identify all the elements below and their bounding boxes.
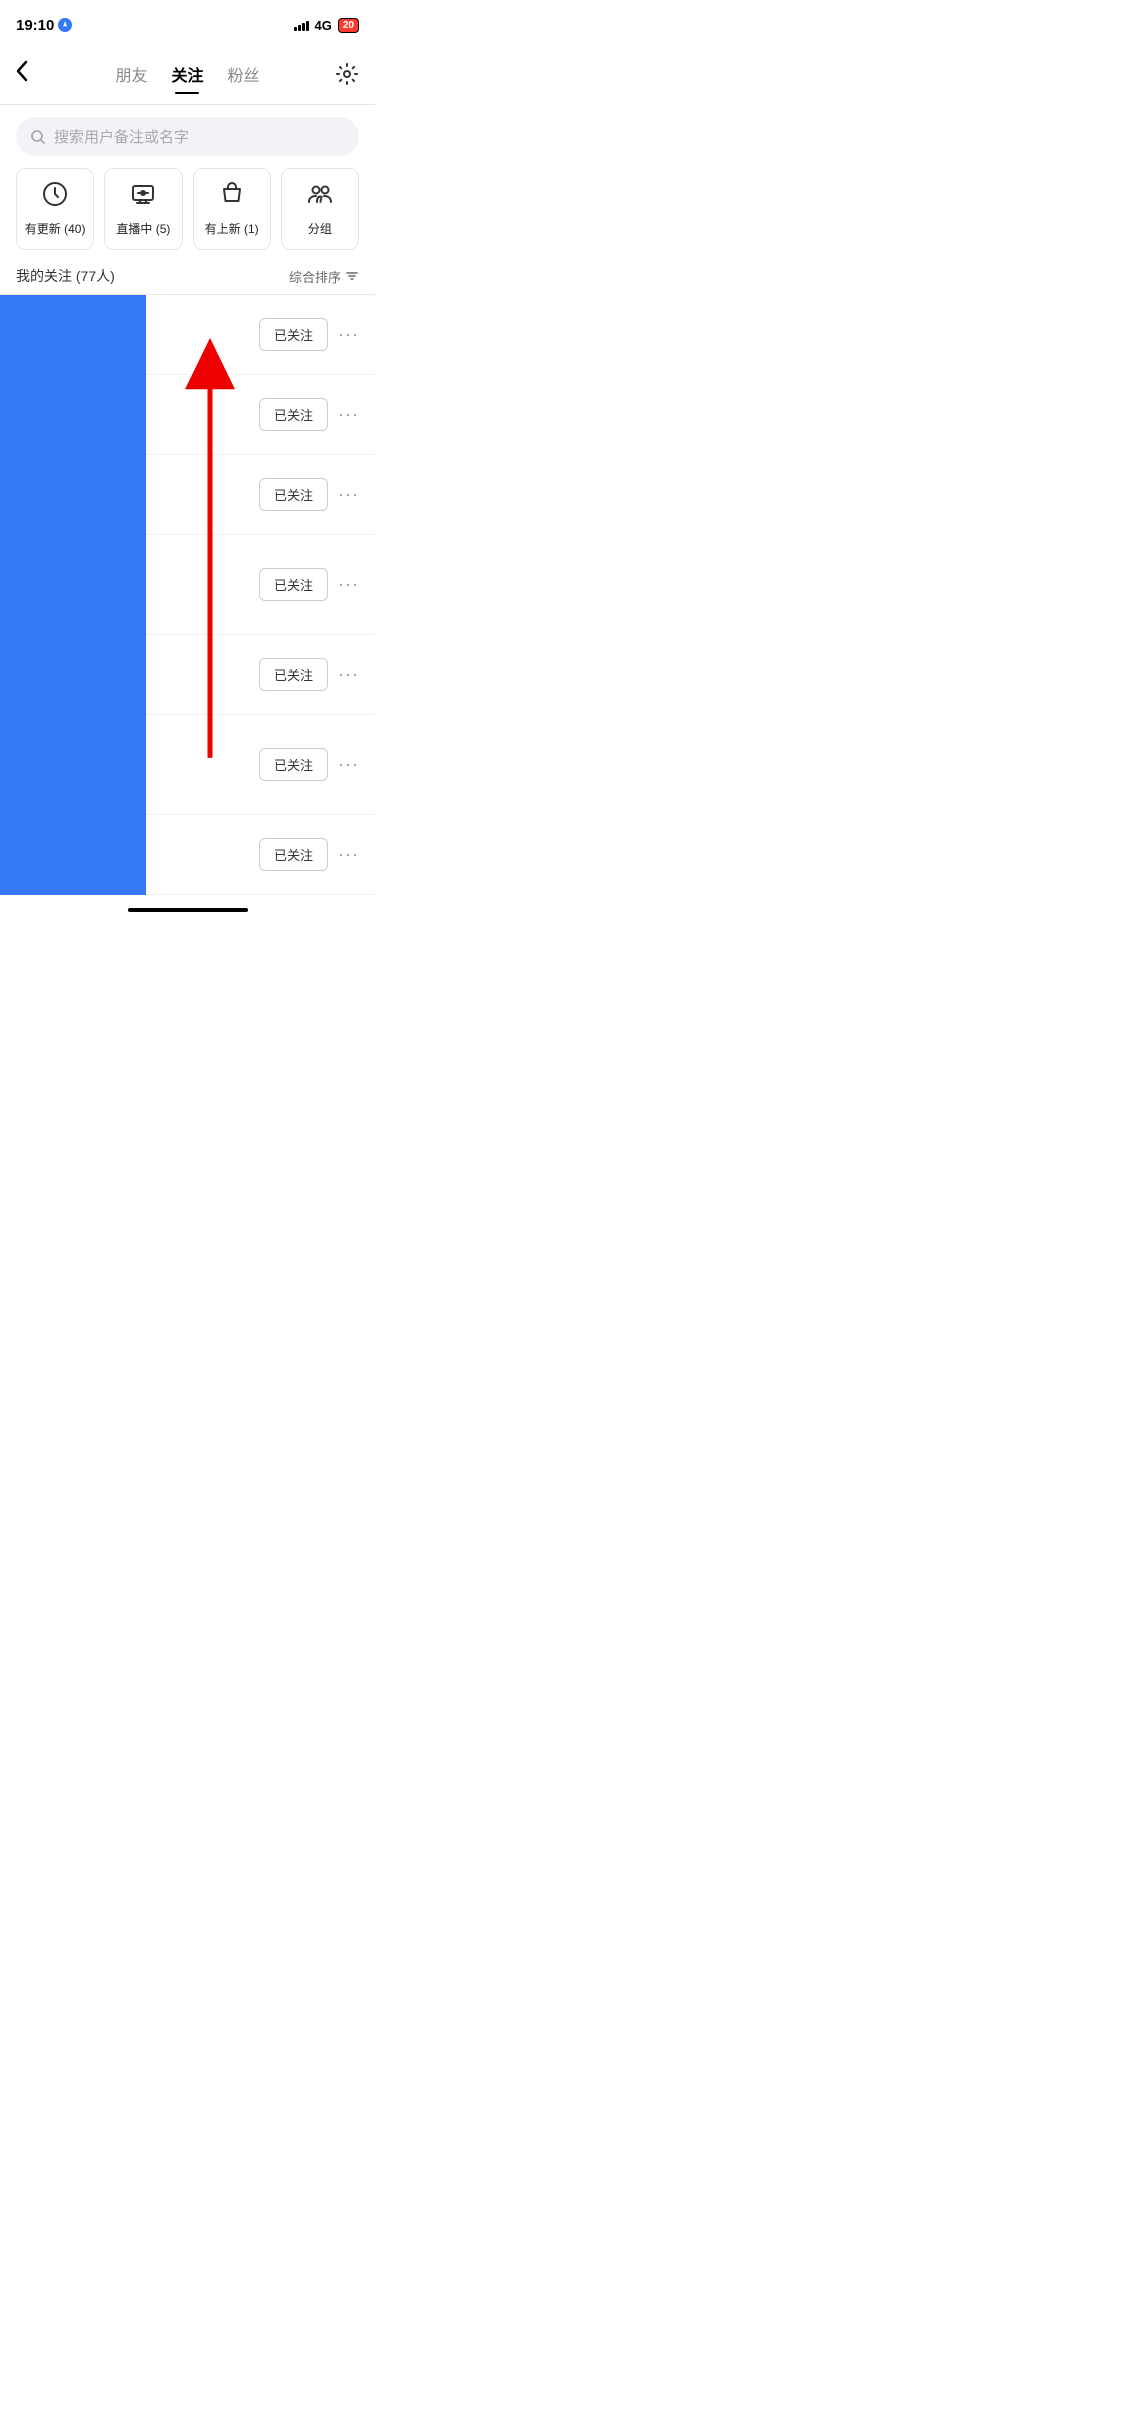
user-actions: 已关注 ··· xyxy=(259,318,359,351)
category-updates[interactable]: 有更新 (40) xyxy=(16,168,94,250)
status-bar: 19:10 4G 20 xyxy=(0,0,375,44)
tab-following[interactable]: 关注 xyxy=(171,58,203,90)
follow-button[interactable]: 已关注 xyxy=(259,568,328,601)
location-icon xyxy=(58,18,72,32)
live-icon xyxy=(130,181,156,214)
tab-fans[interactable]: 粉丝 xyxy=(228,58,260,90)
groups-label: 分组 xyxy=(308,220,332,237)
new-label: 有上新 (1) xyxy=(205,220,259,237)
sort-icon xyxy=(345,269,359,283)
follow-button[interactable]: 已关注 xyxy=(259,398,328,431)
following-header: 我的关注 (77人) 综合排序 xyxy=(0,262,375,294)
user-actions: 已关注 ··· xyxy=(259,658,359,691)
signal-icon xyxy=(294,19,309,31)
blue-overlay xyxy=(0,295,146,895)
battery-badge: 20 xyxy=(338,18,359,33)
network-type: 4G xyxy=(315,18,332,33)
updates-label: 有更新 (40) xyxy=(25,220,86,237)
follow-button[interactable]: 已关注 xyxy=(259,478,328,511)
more-button[interactable]: ··· xyxy=(338,844,359,865)
nav-divider xyxy=(0,104,375,105)
more-button[interactable]: ··· xyxy=(338,574,359,595)
home-indicator xyxy=(128,908,248,912)
follow-button[interactable]: 已关注 xyxy=(259,658,328,691)
search-placeholder: 搜索用户备注或名字 xyxy=(54,126,189,147)
user-actions: 已关注 ··· xyxy=(259,478,359,511)
user-actions: 已关注 ··· xyxy=(259,748,359,781)
status-time: 19:10 xyxy=(16,17,72,34)
user-actions: 已关注 ··· xyxy=(259,568,359,601)
more-button[interactable]: ··· xyxy=(338,404,359,425)
more-button[interactable]: ··· xyxy=(338,324,359,345)
more-button[interactable]: ··· xyxy=(338,664,359,685)
sort-button[interactable]: 综合排序 xyxy=(289,267,359,286)
back-button[interactable] xyxy=(16,60,48,88)
follow-button[interactable]: 已关注 xyxy=(259,318,328,351)
user-actions: 已关注 ··· xyxy=(259,838,359,871)
home-indicator-area xyxy=(0,895,375,925)
following-count: 我的关注 (77人) xyxy=(16,266,115,286)
search-bar[interactable]: 搜索用户备注或名字 xyxy=(16,117,359,156)
more-button[interactable]: ··· xyxy=(338,754,359,775)
updates-icon xyxy=(42,181,68,214)
category-live[interactable]: 直播中 (5) xyxy=(104,168,182,250)
new-icon xyxy=(219,181,245,214)
live-label: 直播中 (5) xyxy=(116,220,170,237)
search-icon xyxy=(30,129,46,145)
tab-friends[interactable]: 朋友 xyxy=(115,58,147,90)
follow-button[interactable]: 已关注 xyxy=(259,838,328,871)
status-right: 4G 20 xyxy=(294,18,359,33)
category-new[interactable]: 有上新 (1) xyxy=(193,168,271,250)
list-area: 已关注 ··· 已关注 ··· 已关注 ··· ··· xyxy=(0,295,375,895)
follow-button[interactable]: 已关注 xyxy=(259,748,328,781)
groups-icon xyxy=(307,181,333,214)
nav-tabs: 朋友 关注 粉丝 xyxy=(48,58,327,90)
more-button[interactable]: ··· xyxy=(338,484,359,505)
category-grid: 有更新 (40) 直播中 (5) 有上新 (1) xyxy=(0,168,375,262)
user-actions: 已关注 ··· xyxy=(259,398,359,431)
category-groups[interactable]: 分组 xyxy=(281,168,359,250)
nav-bar: 朋友 关注 粉丝 xyxy=(0,44,375,96)
settings-button[interactable] xyxy=(327,62,359,86)
